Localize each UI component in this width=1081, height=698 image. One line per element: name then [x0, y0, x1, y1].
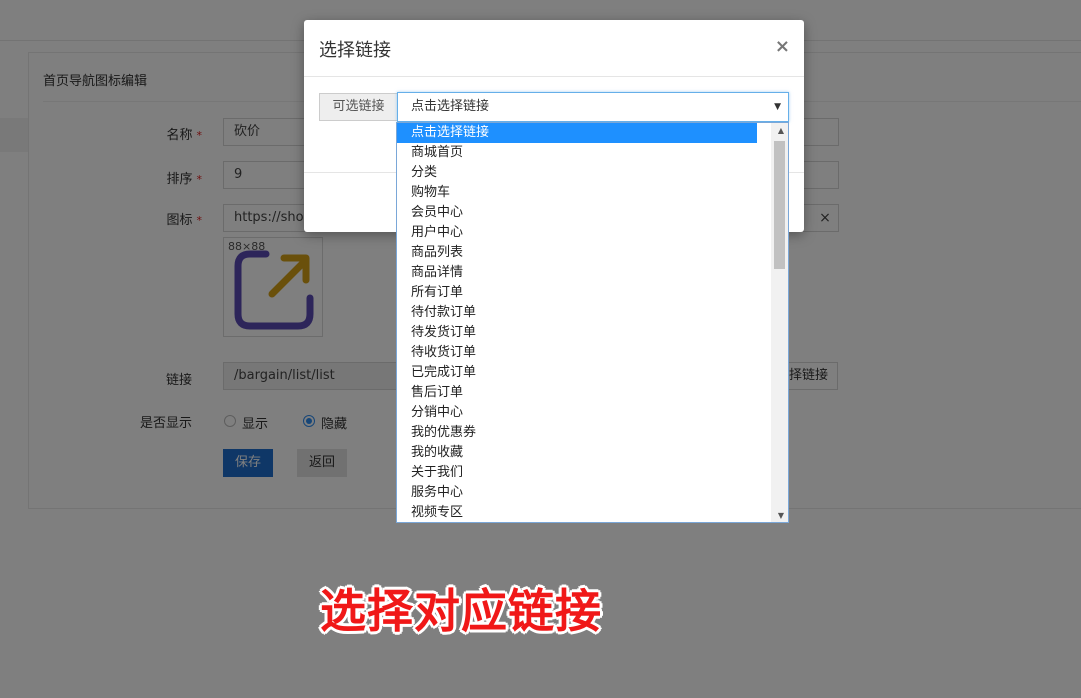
dropdown-option[interactable]: 待付款订单 — [397, 303, 757, 323]
dropdown-option[interactable]: 用户中心 — [397, 223, 757, 243]
caret-down-icon: ▼ — [774, 102, 781, 112]
scrollbar-thumb[interactable] — [774, 141, 785, 269]
dropdown-option[interactable]: 关于我们 — [397, 463, 757, 483]
dropdown-option[interactable]: 售后订单 — [397, 383, 757, 403]
dropdown-option[interactable]: 所有订单 — [397, 283, 757, 303]
link-select-value: 点击选择链接 — [411, 99, 490, 114]
modal-title: 选择链接 — [319, 40, 391, 61]
dropdown-option[interactable]: 待发货订单 — [397, 323, 757, 343]
link-addon-label: 可选链接 — [319, 93, 397, 121]
link-dropdown-list: 点击选择链接 商城首页 分类 购物车 会员中心 用户中心 商品列表 商品详情 所有订单 待付款订单… — [396, 122, 789, 523]
link-select[interactable]: 点击选择链接 ▼ — [397, 92, 789, 122]
modal-header-divider — [304, 76, 804, 77]
dropdown-option[interactable]: 待收货订单 — [397, 343, 757, 363]
dropdown-option[interactable]: 点击选择链接 — [397, 123, 757, 143]
dropdown-option[interactable]: 服务中心 — [397, 483, 757, 503]
scrollbar[interactable]: ▲ ▼ — [771, 123, 788, 522]
dropdown-option[interactable]: 会员中心 — [397, 203, 757, 223]
dropdown-option[interactable]: 商品详情 — [397, 263, 757, 283]
dropdown-option[interactable]: 视频专区 — [397, 503, 757, 522]
tutorial-caption: 选择对应链接 — [320, 584, 602, 638]
close-icon[interactable]: × — [775, 36, 790, 57]
dropdown-option[interactable]: 商城首页 — [397, 143, 757, 163]
dropdown-option[interactable]: 商品列表 — [397, 243, 757, 263]
dropdown-option[interactable]: 分销中心 — [397, 403, 757, 423]
dropdown-option[interactable]: 购物车 — [397, 183, 757, 203]
option-list: 点击选择链接 商城首页 分类 购物车 会员中心 用户中心 商品列表 商品详情 所有订单 待付款订单… — [397, 123, 788, 522]
dropdown-option[interactable]: 分类 — [397, 163, 757, 183]
dropdown-option[interactable]: 我的优惠券 — [397, 423, 757, 443]
dropdown-option[interactable]: 我的收藏 — [397, 443, 757, 463]
dropdown-option[interactable]: 已完成订单 — [397, 363, 757, 383]
scroll-down-icon[interactable]: ▼ — [778, 511, 784, 520]
scroll-up-icon[interactable]: ▲ — [778, 126, 784, 135]
